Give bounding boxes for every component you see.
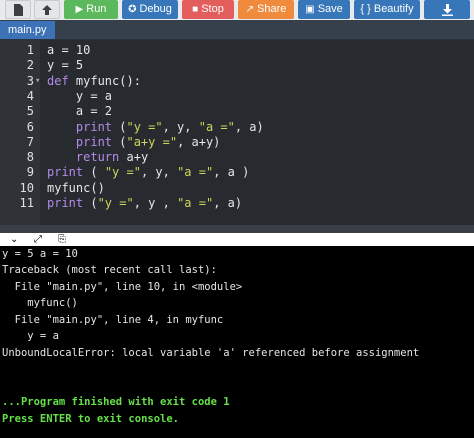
error-message: UnboundLocalError: local variable 'a' re… [2,347,420,359]
save-button[interactable]: ▣ Save [298,0,350,19]
beautify-label: { } Beautify [360,3,414,15]
line-number: 9 [26,165,34,180]
line-number: 5 [26,104,34,119]
code-text: def myfunc(): [47,73,141,88]
line-number: 6 [26,119,34,134]
code-line[interactable]: 6 print ("y =", y, "a =", a) [0,120,474,135]
line-number: 4 [26,88,34,103]
beautify-button[interactable]: { } Beautify [354,0,420,19]
code-text: a = 10 [47,43,91,57]
download-button[interactable] [424,0,470,19]
debug-icon: ✪ [128,3,137,15]
share-button[interactable]: ↗ Share [238,0,294,19]
code-editor[interactable]: 1a = 10 2 y = 5 3 ▾ def myfunc(): 4 y = a5 a =… [0,40,474,225]
code-line[interactable]: 10 myfunc() [0,181,474,196]
chevron-down-icon[interactable]: ⌄ [10,233,18,246]
code-text: print ("y =", y , "a =", a) [47,196,243,210]
code-line[interactable]: 11 print ("y =", y , "a =", a) [0,196,474,211]
stop-label: Stop [201,3,224,15]
upload-button[interactable] [34,0,60,19]
save-label: Save [317,3,343,15]
save-icon: ▣ [305,3,315,15]
pane-splitter[interactable] [0,225,474,233]
code-line[interactable]: 9 print ( "y =", y, "a =", a ) [0,165,474,180]
run-label: Run [86,3,107,15]
code-line[interactable]: 1 a = 10 [0,43,474,58]
line-number: 3 [26,73,34,88]
run-button[interactable]: ▶ Run [64,0,118,19]
stop-icon: ■ [192,3,199,15]
line-number: 1 [26,43,34,57]
code-text: print ("y =", y, "a =", a) [75,119,264,134]
code-line[interactable]: 4 y = a [0,89,474,104]
code-text: print ( "y =", y, "a =", a ) [47,165,250,180]
play-icon: ▶ [75,3,84,15]
code-line[interactable]: 7 print ("a+y =", a+y) [0,135,474,150]
download-icon [441,3,453,16]
copy-icon[interactable]: ⎘ [58,233,66,246]
debug-button[interactable]: ✪ Debug [122,0,178,19]
exit-prompt: Press ENTER to exit console. [2,413,180,425]
output-toolbar: ⌄ ⤢ ⎘ [0,233,474,246]
code-line[interactable]: 2 y = 5 [0,58,474,73]
exit-status-message: ...Program finished with exit code 1 [2,396,230,408]
code-text: y = 5 [47,58,84,73]
console-line: y = 5 a = 10 [2,248,78,260]
console-line: Traceback (most recent call last): [2,264,217,276]
line-number: 7 [26,134,34,149]
code-text: print ("a+y =", a+y) [75,134,221,149]
code-line[interactable]: 5 a = 2 [0,104,474,119]
code-text: a = 2 [47,104,113,119]
share-icon: ↗ [245,3,255,15]
fold-arrow-icon[interactable]: ▾ [35,74,40,89]
line-number: 11 [19,196,34,210]
line-number: 2 [26,58,34,73]
line-number: 10 [19,180,34,195]
code-line[interactable]: 3 ▾ def myfunc(): [0,74,474,89]
code-text: myfunc() [47,180,105,195]
console-output[interactable]: y = 5 a = 10 Traceback (most recent call… [0,246,474,438]
file-tab-main[interactable]: main.py [0,21,55,39]
line-number: 8 [26,150,34,165]
console-line: File "main.py", line 4, in myfunc [2,314,224,326]
expand-icon[interactable]: ⤢ [34,233,42,246]
share-label: Share [257,3,287,15]
code-text: y = a [47,88,113,103]
console-line: myfunc() [2,297,78,309]
upload-icon [42,4,52,15]
console-line: File "main.py", line 10, in <module> [2,281,243,293]
code-line[interactable]: 8 return a+y [0,150,474,165]
toolbar: ▶ Run ✪ Debug ■ Stop ↗ Share ▣ Save { } … [0,0,474,20]
stop-button[interactable]: ■ Stop [182,0,234,19]
code-text: return a+y [75,150,149,165]
console-line: y = a [2,330,59,342]
debug-label: Debug [139,3,172,15]
file-icon [14,3,23,16]
new-file-button[interactable] [5,0,31,19]
file-tab-bar: main.py [0,20,474,40]
